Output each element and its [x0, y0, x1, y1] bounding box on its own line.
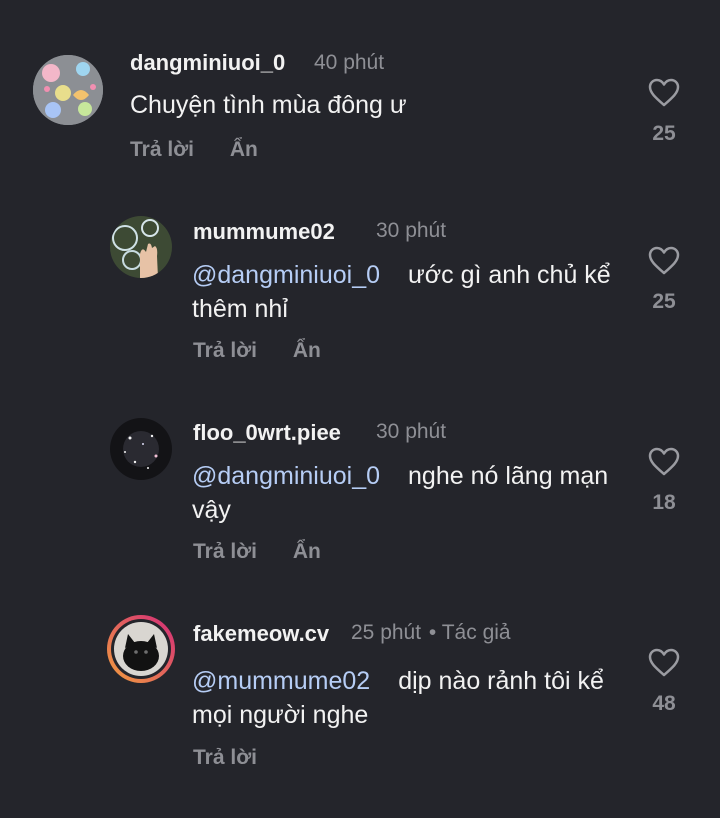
heart-icon — [648, 447, 680, 476]
comment-actions: Trả lời Ẩn — [193, 540, 351, 564]
heart-icon — [648, 246, 680, 275]
black-cat-image — [114, 622, 168, 676]
comment-time: 25 phút • Tác giả — [351, 621, 511, 645]
avatar-story-ring[interactable] — [107, 615, 175, 683]
like-count: 18 — [652, 491, 676, 514]
comment-actions: Trả lời Ẩn — [193, 339, 351, 363]
comment-text: @dangminiuoi_0 ước gì anh chủ kể thêm nhỉ — [192, 258, 622, 326]
reply-button[interactable]: Trả lời — [193, 339, 257, 362]
heart-icon — [648, 78, 680, 107]
heart-icon — [648, 648, 680, 677]
comment-actions: Trả lời Ẩn — [130, 138, 288, 162]
comment-time: 40 phút — [314, 51, 385, 74]
hide-button[interactable]: Ẩn — [230, 138, 258, 161]
comment-body: Chuyện tình mùa đông ư — [130, 91, 407, 119]
like-button[interactable]: 25 — [634, 78, 694, 146]
comment-username[interactable]: fakemeow.cv — [193, 621, 329, 647]
like-button[interactable]: 48 — [634, 648, 694, 716]
like-count: 48 — [652, 692, 676, 715]
dark-sparkle-image — [110, 418, 172, 480]
hand-bubbles-image — [110, 216, 172, 278]
hide-button[interactable]: Ẩn — [293, 540, 321, 563]
comment-actions: Trả lời — [193, 746, 287, 770]
comment-text: @dangminiuoi_0 nghe nó lãng mạn vậy — [192, 459, 622, 527]
like-count: 25 — [652, 122, 676, 145]
comment-username[interactable]: mummume02 — [193, 219, 335, 245]
author-badge: • Tác giả — [428, 621, 511, 644]
comment-time-value: 25 phút — [351, 621, 422, 644]
comment-time: 30 phút — [376, 420, 447, 443]
like-button[interactable]: 18 — [634, 447, 694, 515]
comment-text: @mummume02 dịp nào rảnh tôi kể mọi người … — [192, 664, 622, 732]
avatar — [111, 619, 171, 679]
reply-button[interactable]: Trả lời — [130, 138, 194, 161]
comment-text: Chuyện tình mùa đông ư — [130, 88, 590, 122]
comment-username[interactable]: dangminiuoi_0 — [130, 50, 285, 76]
hide-button[interactable]: Ẩn — [293, 339, 321, 362]
mention-link[interactable]: @dangminiuoi_0 — [192, 261, 380, 289]
avatar[interactable] — [110, 418, 172, 480]
comment-username[interactable]: floo_0wrt.piee — [193, 420, 341, 446]
reply-button[interactable]: Trả lời — [193, 540, 257, 563]
avatar[interactable] — [110, 216, 172, 278]
sticker-collage-image — [33, 55, 103, 125]
mention-link[interactable]: @dangminiuoi_0 — [192, 462, 380, 490]
reply-button[interactable]: Trả lời — [193, 746, 257, 769]
avatar[interactable] — [33, 55, 103, 125]
like-button[interactable]: 25 — [634, 246, 694, 314]
comment-time: 30 phút — [376, 219, 447, 242]
mention-link[interactable]: @mummume02 — [192, 667, 370, 695]
like-count: 25 — [652, 290, 676, 313]
